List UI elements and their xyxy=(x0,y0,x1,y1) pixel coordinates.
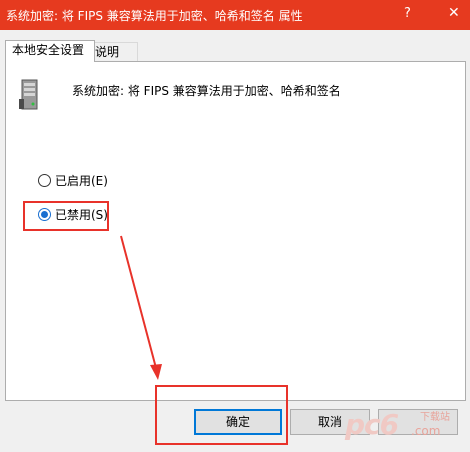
radio-enabled-label: 已启用(E) xyxy=(55,174,108,188)
highlight-box-ok-button xyxy=(155,385,288,445)
server-icon xyxy=(19,79,38,110)
settings-panel: 系统加密: 将 FIPS 兼容算法用于加密、哈希和签名 已启用(E) 已禁用(S… xyxy=(5,61,466,401)
watermark-subtitle: 下载站 xyxy=(420,412,450,423)
window-title: 系统加密: 将 FIPS 兼容算法用于加密、哈希和签名 属性 xyxy=(6,9,303,23)
tab-explain[interactable]: 说明 xyxy=(88,42,138,62)
highlight-box-disabled-option xyxy=(23,201,109,231)
watermark-domain: .com xyxy=(411,424,441,438)
tab-local-security-setting[interactable]: 本地安全设置 xyxy=(5,40,95,62)
title-bar: 系统加密: 将 FIPS 兼容算法用于加密、哈希和签名 属性 ? ✕ xyxy=(0,0,470,30)
close-icon[interactable]: ✕ xyxy=(448,5,460,21)
radio-enabled-button[interactable] xyxy=(38,174,51,187)
watermark-logo-text: pc6 xyxy=(345,408,399,441)
policy-name: 系统加密: 将 FIPS 兼容算法用于加密、哈希和签名 xyxy=(72,84,341,98)
radio-enabled[interactable]: 已启用(E) xyxy=(38,172,108,189)
watermark-logo: pc6 下载站 .com xyxy=(345,404,470,449)
help-icon[interactable]: ? xyxy=(404,6,411,21)
